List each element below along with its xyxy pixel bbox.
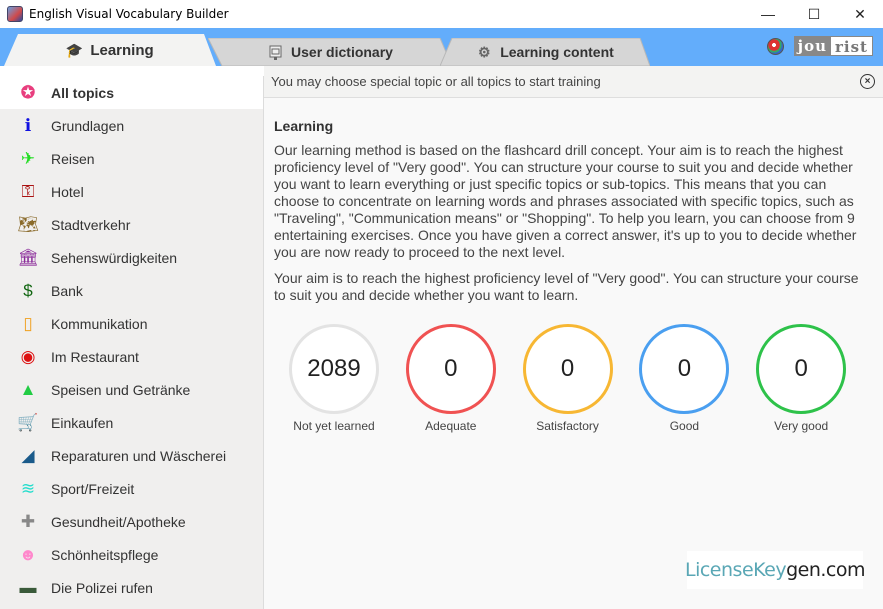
close-info-icon[interactable]: × (860, 74, 875, 89)
sidebar-item[interactable]: ✪ All topics (0, 76, 263, 109)
sidebar-item[interactable]: ◢ Reparaturen und Wäscherei (0, 439, 263, 472)
graduation-cap-icon: 🎓 (65, 41, 84, 58)
stat-count: 0 (756, 324, 847, 414)
sidebar-item[interactable]: ▲ Speisen und Getränke (0, 373, 263, 406)
airplane-icon: ✈ (20, 149, 36, 168)
sidebar-item[interactable]: $ Bank (0, 274, 263, 307)
sidebar-item-label: Stadtverkehr (51, 216, 131, 233)
sidebar-item[interactable]: ✚ Gesundheit/Apotheke (0, 505, 263, 538)
jourist-logo[interactable]: jou rist (793, 36, 873, 56)
sidebar-item-label: All topics (51, 84, 115, 101)
brand-area: jou rist (766, 36, 873, 56)
sidebar-item[interactable]: ◉ Im Restaurant (0, 340, 263, 373)
first-aid-kit-icon: ✚ (20, 512, 36, 531)
tab-label: Learning content (500, 44, 614, 60)
close-button[interactable]: ✕ (837, 0, 883, 28)
learning-description: Learning Our learning method is based on… (264, 98, 883, 433)
shopping-cart-icon: 🛒 (17, 413, 39, 432)
gear-icon: ⚙ (477, 43, 491, 60)
stat-label: Adequate (425, 419, 477, 433)
stat-item: 0 Adequate (405, 324, 523, 433)
stat-label: Not yet learned (293, 419, 375, 433)
sidebar-item-label: Kommunikation (51, 315, 148, 332)
minimize-button[interactable]: — (745, 0, 791, 28)
sidebar-item[interactable]: 🛒 Einkaufen (0, 406, 263, 439)
sidebar-item-label: Speisen und Getränke (51, 381, 191, 398)
stat-item: 2089 Not yet learned (289, 324, 406, 433)
map-icon: 🗺 (17, 215, 39, 234)
sidebar-item[interactable]: 🏛 Sehenswürdigkeiten (0, 241, 263, 274)
proficiency-stats: 2089 Not yet learned 0 Adequate 0 Satisfactor… (289, 324, 873, 433)
sidebar-item-label: Einkaufen (51, 414, 114, 431)
stat-label: Good (669, 419, 700, 433)
stat-item: 0 Good (639, 324, 756, 433)
stat-count: 0 (639, 324, 730, 414)
sidebar-item-label: Gesundheit/Apotheke (51, 513, 186, 530)
main-panel: You may choose special topic or all topi… (264, 66, 883, 609)
app-icon (7, 6, 23, 22)
police-car-icon: ▬ (19, 578, 37, 597)
sidebar-item-label: Schönheitspflege (51, 546, 159, 563)
sidebar-item-label: Im Restaurant (51, 348, 139, 365)
sidebar-item-label: Die Polizei rufen (51, 579, 153, 596)
sidebar-item-label: Reparaturen und Wäscherei (51, 447, 227, 464)
stat-count: 0 (405, 324, 496, 414)
info-bar: You may choose special topic or all topi… (264, 66, 883, 98)
description-paragraph-2: Your aim is to reach the highest profici… (274, 270, 859, 303)
section-heading: Learning (274, 118, 334, 134)
stat-item: 0 Very good (756, 324, 873, 433)
sidebar-item[interactable]: 🗺 Stadtverkehr (0, 208, 263, 241)
topic-sidebar: ✪ All topics ℹ Grundlagen ✈ Reisen ⚿ Hotel 🗺 Stad… (0, 76, 264, 609)
tab-user-dictionary[interactable]: User dictionary (208, 38, 452, 66)
sidebar-item[interactable]: ℹ Grundlagen (0, 109, 263, 142)
book-icon (267, 44, 283, 60)
face-icon: ☻ (19, 545, 37, 564)
stat-item: 0 Satisfactory (522, 324, 640, 433)
sidebar-item[interactable]: ≋ Sport/Freizeit (0, 472, 263, 505)
title-bar: English Visual Vocabulary Builder — ☐ ✕ (0, 0, 883, 28)
sidebar-item-label: Bank (51, 282, 83, 299)
swimming-pool-icon: ≋ (20, 479, 36, 498)
description-paragraph-1: Our learning method is based on the flas… (274, 142, 857, 260)
stat-label: Very good (774, 419, 829, 433)
plate-cutlery-icon: ◉ (20, 347, 36, 366)
mobile-phone-icon: ▯ (23, 314, 33, 333)
temple-icon: 🏛 (17, 248, 39, 267)
sidebar-item[interactable]: ✈ Reisen (0, 142, 263, 175)
sidebar-item-label: Grundlagen (51, 117, 125, 134)
tab-learning-content[interactable]: ⚙ Learning content (440, 38, 650, 66)
info-bubble-icon: ℹ (24, 116, 32, 135)
sidebar-item-label: Sehenswürdigkeiten (51, 249, 178, 266)
maximize-button[interactable]: ☐ (791, 0, 837, 28)
stat-count: 2089 (289, 324, 379, 414)
sidebar-item-label: Sport/Freizeit (51, 480, 135, 497)
sidebar-item-label: Hotel (51, 183, 84, 200)
sidebar-item[interactable]: ▯ Kommunikation (0, 307, 263, 340)
sidebar-item[interactable]: ▬ Die Polizei rufen (0, 571, 263, 604)
sidebar-item-label: Reisen (51, 150, 95, 167)
food-drink-icon: ▲ (19, 380, 37, 399)
tab-label: User dictionary (291, 44, 393, 60)
window-title: English Visual Vocabulary Builder (29, 7, 229, 21)
watermark: LicenseKey gen.com (685, 551, 865, 589)
accessibility-icon: ✪ (20, 83, 36, 102)
tab-label: Learning (90, 41, 154, 59)
money-icon: $ (23, 281, 33, 300)
globe-flags-icon[interactable] (766, 37, 784, 55)
sidebar-item[interactable]: ☻ Schönheitspflege (0, 538, 263, 571)
sidebar-item[interactable]: ⚿ Hotel (0, 175, 263, 208)
stat-label: Satisfactory (536, 419, 599, 433)
info-text: You may choose special topic or all topi… (271, 74, 601, 89)
iron-icon: ◢ (21, 446, 35, 465)
window-controls: — ☐ ✕ (745, 0, 883, 28)
key-tag-icon: ⚿ (21, 182, 35, 201)
stat-count: 0 (522, 324, 613, 414)
tab-learning[interactable]: 🎓 Learning (4, 34, 216, 66)
tab-bar: User dictionary ⚙ Learning content 🎓 Lea… (0, 28, 883, 66)
